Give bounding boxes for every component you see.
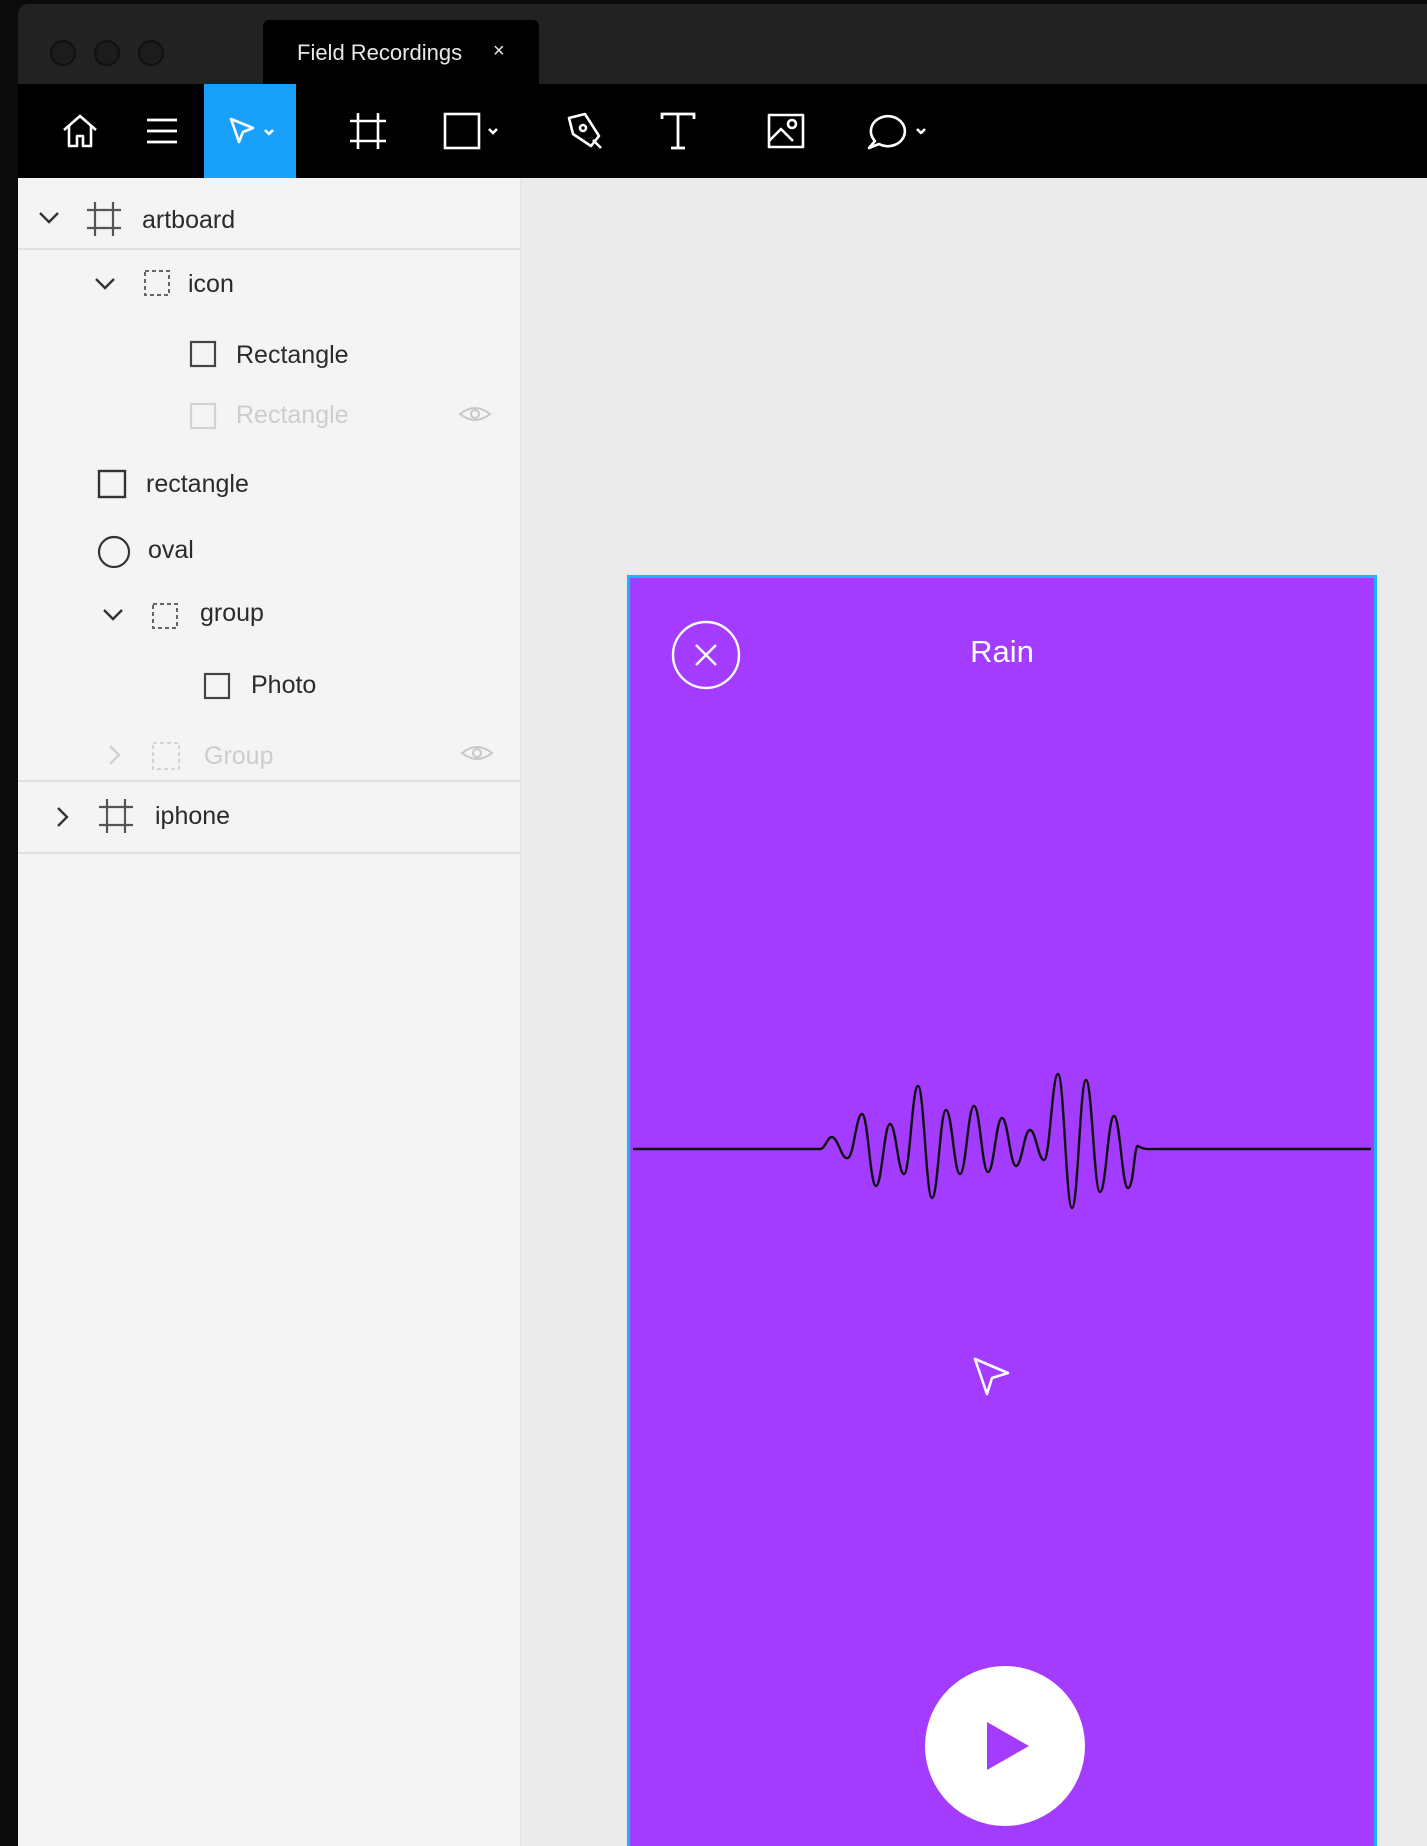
cursor-icon — [973, 1357, 1010, 1396]
comment-tool[interactable] — [856, 84, 944, 178]
layer-item-group[interactable]: group — [18, 587, 520, 637]
chevron-down-icon[interactable] — [92, 274, 118, 294]
layer-item-group-hidden[interactable]: Group — [18, 730, 520, 780]
screen-title: Rain — [970, 634, 1034, 669]
chevron-down-icon[interactable] — [100, 605, 126, 625]
rectangle-icon — [203, 672, 231, 700]
tab-close-icon[interactable]: × — [493, 40, 505, 63]
frame-icon — [87, 202, 121, 236]
layer-label: icon — [188, 270, 234, 298]
layer-item-oval[interactable]: oval — [18, 524, 520, 574]
home-icon[interactable] — [48, 84, 112, 178]
layer-label: group — [200, 599, 264, 627]
divider — [18, 780, 520, 782]
layer-label: Photo — [251, 671, 317, 699]
layer-label: Rectangle — [236, 401, 349, 429]
layer-item-photo[interactable]: Photo — [18, 659, 520, 709]
menu-icon[interactable] — [130, 84, 194, 178]
eye-icon[interactable] — [460, 742, 494, 764]
layer-label: Rectangle — [236, 341, 349, 369]
window-zoom-dot[interactable] — [138, 40, 164, 66]
group-icon — [152, 603, 178, 629]
rectangle-tool[interactable] — [432, 84, 516, 178]
select-tool[interactable] — [204, 84, 296, 178]
frame-icon — [99, 799, 133, 833]
layer-item-iphone[interactable]: iphone — [18, 790, 520, 840]
chevron-right-icon[interactable] — [52, 804, 72, 830]
rectangle-icon — [97, 469, 127, 499]
layer-item-artboard[interactable]: artboard — [18, 194, 520, 244]
toolbar — [18, 84, 1427, 178]
layer-label: artboard — [142, 206, 236, 234]
layer-item-rectangle-hidden[interactable]: Rectangle — [18, 389, 520, 439]
frame-tool[interactable] — [336, 84, 400, 178]
play-icon — [987, 1722, 1029, 1770]
chevron-right-icon[interactable] — [104, 742, 124, 768]
rectangle-icon — [189, 402, 217, 430]
waveform-graphic[interactable] — [630, 1058, 1374, 1258]
layer-label: iphone — [155, 802, 231, 830]
text-tool[interactable] — [646, 84, 710, 178]
artboard-frame[interactable]: Rain — [630, 578, 1374, 1846]
pen-tool[interactable] — [552, 84, 616, 178]
eye-icon[interactable] — [458, 403, 492, 425]
window-close-dot[interactable] — [50, 40, 76, 66]
layer-item-rectangle-lower[interactable]: rectangle — [18, 458, 520, 508]
window-minimize-dot[interactable] — [94, 40, 120, 66]
divider — [18, 852, 520, 854]
ellipse-icon — [97, 535, 131, 569]
play-button[interactable] — [925, 1666, 1085, 1826]
tab-title: Field Recordings — [297, 40, 463, 65]
group-icon — [152, 742, 180, 770]
layer-item-rectangle[interactable]: Rectangle — [18, 329, 520, 379]
image-tool[interactable] — [754, 84, 818, 178]
group-icon — [144, 270, 170, 296]
chevron-down-icon[interactable] — [36, 208, 62, 228]
layers-panel: artboard icon Rectangle Rectangle rectan… — [18, 178, 521, 1846]
layer-label: Group — [204, 742, 274, 770]
rectangle-icon — [189, 340, 217, 368]
document-tab[interactable]: Field Recordings × — [263, 20, 539, 84]
window-titlebar — [18, 4, 1427, 84]
layer-item-icon[interactable]: icon — [18, 258, 520, 308]
layer-label: oval — [148, 536, 194, 564]
divider — [18, 248, 520, 250]
layer-label: rectangle — [146, 470, 249, 498]
